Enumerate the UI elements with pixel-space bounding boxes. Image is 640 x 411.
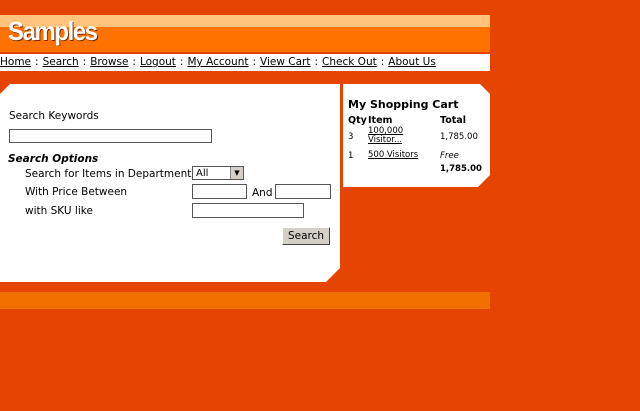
shopping-cart-panel: My Shopping Cart Qty Item Total 3 100,00… <box>343 84 490 187</box>
nav-bar: Home: Search: Browse: Logout: My Account: Vie… <box>0 54 490 71</box>
cart-item-name-line[interactable]: Visitor... <box>368 136 403 145</box>
footer-band <box>0 292 490 309</box>
nav-separator: : <box>82 56 87 68</box>
cart-header-qty: Qty <box>348 115 367 126</box>
cart-header-total: Total <box>440 115 466 126</box>
nav-check-out-link[interactable]: Check Out <box>322 56 377 68</box>
nav-separator: : <box>380 56 385 68</box>
nav-separator: : <box>314 56 319 68</box>
nav-search-link[interactable]: Search <box>43 56 79 68</box>
search-panel: Search Keywords Search Options Search fo… <box>0 84 340 282</box>
cart-title: My Shopping Cart <box>348 98 459 111</box>
search-keywords-label: Search Keywords <box>9 110 99 122</box>
nav-separator: : <box>252 56 257 68</box>
search-button[interactable]: Search <box>282 227 330 245</box>
cart-row-item-link[interactable]: 500 Visitors <box>368 151 418 160</box>
price-max-input[interactable] <box>275 184 331 199</box>
cart-row-total: Free <box>440 151 459 161</box>
department-select[interactable]: All ▼ <box>192 166 244 180</box>
nav-home-link[interactable]: Home <box>0 56 31 68</box>
price-and-label: And <box>252 187 273 199</box>
chevron-down-icon[interactable]: ▼ <box>230 167 243 179</box>
cart-row-qty: 1 <box>348 151 354 161</box>
nav-about-us-link[interactable]: About Us <box>388 56 436 68</box>
nav-view-cart-link[interactable]: View Cart <box>260 56 310 68</box>
department-selected-value: All <box>196 168 209 179</box>
search-keywords-input[interactable] <box>9 129 212 143</box>
nav-my-account-link[interactable]: My Account <box>187 56 248 68</box>
cart-header-item: Item <box>368 115 393 126</box>
cart-row-total: 1,785.00 <box>440 132 478 142</box>
cart-grand-total: 1,785.00 <box>440 164 482 174</box>
nav-logout-link[interactable]: Logout <box>140 56 176 68</box>
nav-separator: : <box>35 56 39 68</box>
nav-separator: : <box>132 56 136 68</box>
search-options-title: Search Options <box>8 153 99 165</box>
department-label: Search for Items in Department <box>25 168 192 180</box>
nav-separator: : <box>179 56 184 68</box>
cart-row-item-link[interactable]: 100,000 Visitor... <box>368 127 403 145</box>
site-logo: Samples <box>8 16 98 46</box>
cart-row-qty: 3 <box>348 132 354 142</box>
price-range-label: With Price Between <box>25 186 128 198</box>
sku-label: with SKU like <box>25 205 93 217</box>
nav-browse-link[interactable]: Browse <box>90 56 128 68</box>
sku-input[interactable] <box>192 203 304 218</box>
price-min-input[interactable] <box>192 184 247 199</box>
